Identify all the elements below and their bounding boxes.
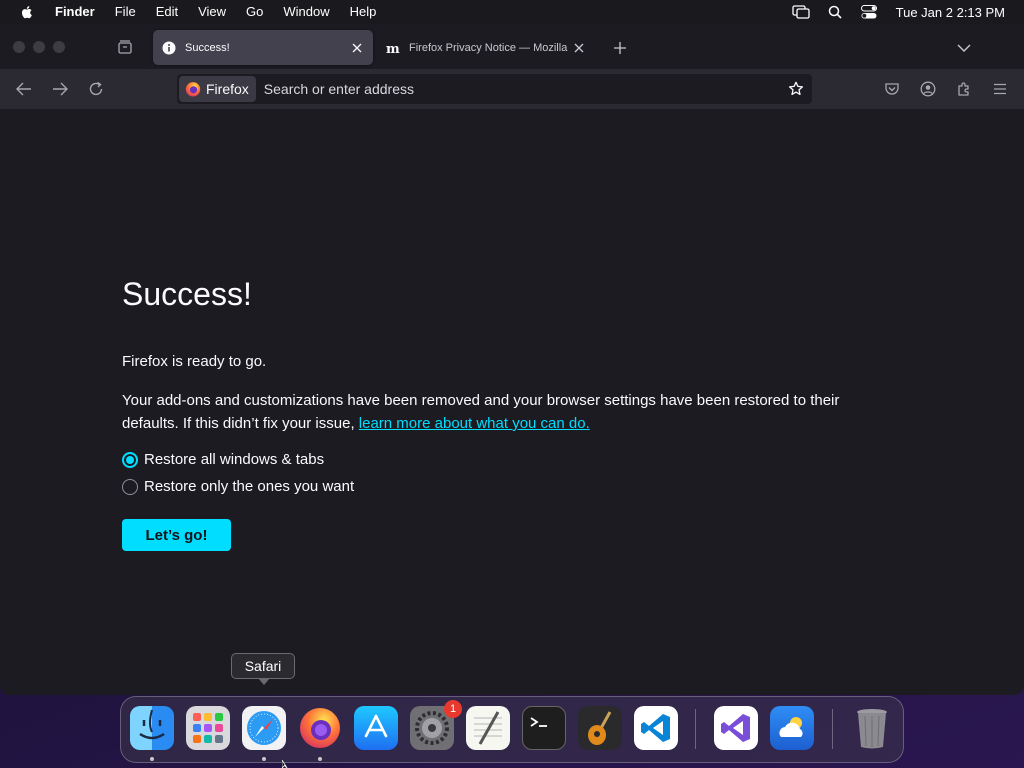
mouse-cursor-icon [282,760,288,768]
trash-dock-icon[interactable] [850,706,894,750]
dock-tooltip: Safari [231,653,295,685]
learn-more-link[interactable]: learn more about what you can do. [359,415,590,432]
tab-success[interactable]: Success! [153,30,373,65]
notification-badge: 1 [444,700,462,718]
identity-label: Firefox [206,81,249,97]
firefox-view-icon [118,39,132,54]
close-tab-icon[interactable] [349,40,365,56]
restore-some-option[interactable]: Restore only the ones you want [122,478,354,495]
running-indicator [318,757,322,761]
menu-file[interactable]: File [115,0,136,24]
control-center-icon[interactable] [860,3,878,21]
visual-studio-dock-icon[interactable] [714,706,758,750]
hamburger-menu-icon [994,83,1006,95]
extensions-button[interactable] [952,77,976,101]
screen-mirroring-icon[interactable] [791,3,810,21]
close-tab-icon[interactable] [571,40,587,56]
app-store-dock-icon[interactable] [354,706,398,750]
list-all-tabs-button[interactable] [952,36,976,60]
menu-help[interactable]: Help [350,0,377,24]
tab-title: Firefox Privacy Notice — Mozilla [409,41,568,54]
launchpad-dock-icon[interactable] [186,706,230,750]
weather-dock-icon[interactable] [770,706,814,750]
puzzle-piece-icon [958,82,969,96]
lets-go-button[interactable]: Let’s go! [122,519,231,551]
app-menu-button[interactable] [988,77,1012,101]
firefox-logo-icon [185,82,201,97]
macos-dock: 1 [120,696,904,763]
safari-dock-icon[interactable] [242,706,286,750]
navigation-toolbar: Firefox [0,69,1024,109]
window-controls [13,40,65,53]
page-title: Success! [122,276,252,312]
finder-dock-icon[interactable] [130,706,174,750]
ready-message: Firefox is ready to go. [122,353,267,370]
account-button[interactable] [916,77,940,101]
close-window-button[interactable] [13,40,25,53]
url-input[interactable] [263,81,784,97]
menubar-clock[interactable]: Tue Jan 2 2:13 PM [896,5,1005,20]
system-settings-dock-icon[interactable]: 1 [410,700,462,750]
zoom-window-button[interactable] [53,40,65,53]
firefox-window: Success! m Firefox Privacy Notice — Mozi… [0,24,1024,695]
restore-all-label: Restore all windows & tabs [144,451,325,468]
apple-logo-icon[interactable] [19,4,35,20]
svg-text:m: m [386,42,400,55]
bookmark-star-button[interactable] [784,77,808,101]
restore-some-label: Restore only the ones you want [144,478,355,495]
menu-window[interactable]: Window [283,0,329,24]
identity-box[interactable]: Firefox [179,76,256,102]
tab-privacy-notice[interactable]: m Firefox Privacy Notice — Mozilla [377,30,595,65]
forward-button[interactable] [48,77,72,101]
running-indicator [150,757,154,761]
reset-description: Your add-ons and customizations have bee… [122,389,882,435]
arrow-left-icon [16,82,31,96]
firefox-view-button[interactable] [113,35,137,59]
reload-button[interactable] [84,77,108,101]
chevron-down-icon [957,44,971,52]
macos-menu-bar: Finder File Edit View Go Window Help Tue… [0,0,1024,24]
tab-title: Success! [185,41,230,54]
new-tab-button[interactable] [608,36,632,60]
menu-go[interactable]: Go [246,0,263,24]
address-bar[interactable]: Firefox [177,74,812,104]
radio-button-unchecked[interactable] [122,478,138,495]
firefox-dock-icon[interactable] [298,706,342,750]
pocket-button[interactable] [880,77,904,101]
tab-strip: Success! m Firefox Privacy Notice — Mozi… [0,24,1024,69]
mozilla-m-icon: m [385,40,401,56]
pocket-icon [885,83,899,95]
garageband-dock-icon[interactable] [578,706,622,750]
menu-finder[interactable]: Finder [55,0,95,24]
vscode-dock-icon[interactable] [634,706,678,750]
reload-icon [89,81,103,96]
plus-icon [614,42,626,54]
info-icon [161,40,177,56]
minimize-window-button[interactable] [33,40,45,53]
textedit-dock-icon[interactable] [466,706,510,750]
menu-view[interactable]: View [198,0,226,24]
star-icon [788,81,804,96]
radio-button-checked[interactable] [122,451,138,468]
account-icon [920,81,936,97]
dock-separator [695,709,696,749]
spotlight-search-icon[interactable] [826,3,844,21]
dock-separator [832,709,833,749]
arrow-right-icon [53,82,68,96]
restore-all-option[interactable]: Restore all windows & tabs [122,451,324,468]
running-indicator [262,757,266,761]
page-content: Success! Firefox is ready to go. Your ad… [0,109,1024,695]
menu-edit[interactable]: Edit [156,0,178,24]
back-button[interactable] [12,77,36,101]
terminal-dock-icon[interactable] [522,706,566,750]
